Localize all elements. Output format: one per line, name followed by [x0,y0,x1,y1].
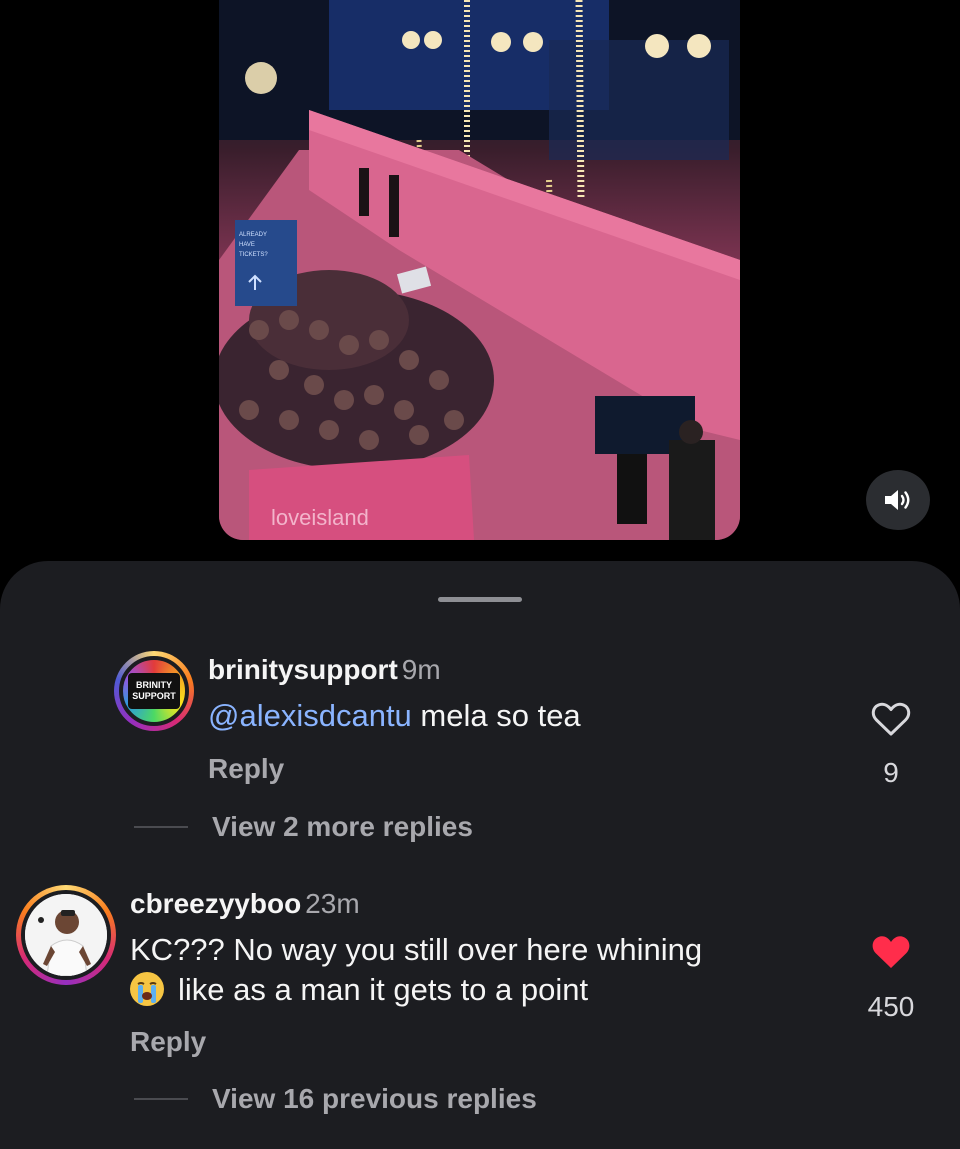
video-player[interactable]: ALREADY HAVE TICKETS? loveisland [219,0,740,540]
comment-text: mela so tea [411,698,581,733]
sign-line-3: TICKETS? [239,252,268,258]
crying-emoji-icon [130,972,164,1006]
comment-line-2: like as a man it gets to a point [130,970,588,1010]
comment-line-1: KC??? No way you still over here whining [130,932,703,967]
view-more-replies-button[interactable]: View 2 more replies [134,811,473,843]
video-frame: ALREADY HAVE TICKETS? loveisland [219,0,740,540]
reply-button[interactable]: Reply [208,753,284,785]
sign-line-1: ALREADY [239,232,267,238]
view-replies-label: View 16 previous replies [212,1083,537,1114]
avatar[interactable]: BRINITY SUPPORT [114,651,194,731]
comment-header: brinitysupport 9m [208,654,441,686]
avatar-logo-line-1: BRINITY [136,680,172,690]
mention-link[interactable]: @alexisdcantu [208,698,412,733]
avatar-photo [25,894,107,976]
replies-divider [134,826,188,828]
screen: ALREADY HAVE TICKETS? loveisland BRINITY… [0,0,960,1149]
reply-button[interactable]: Reply [130,1026,206,1058]
sheet-grabber-handle[interactable] [438,597,522,602]
volume-button[interactable] [866,470,930,530]
comment-text: like as a man it gets to a point [178,972,589,1007]
sign-line-2: HAVE [239,242,255,248]
comment-time: 23m [305,888,360,919]
comment-body: @alexisdcantu mela so tea [208,696,581,736]
heart-icon[interactable] [871,701,911,737]
avatar[interactable] [16,885,116,985]
replies-divider [134,1098,188,1100]
username-link[interactable]: cbreezyyboo [130,888,301,919]
heart-filled-icon[interactable] [871,934,911,970]
view-previous-replies-button[interactable]: View 16 previous replies [134,1083,537,1115]
like-count: 450 [867,991,915,1022]
view-replies-label: View 2 more replies [212,811,473,842]
avatar-logo-line-2: SUPPORT [132,691,176,701]
comment-header: cbreezyyboo 23m [130,888,360,920]
comments-sheet: BRINITY SUPPORT brinitysupport 9m @alexis… [0,561,960,1149]
banner-text: loveisland [271,505,369,530]
speaker-icon [885,490,910,510]
comment-time: 9m [401,654,441,685]
avatar-logo: BRINITY SUPPORT [128,673,180,709]
like-count: 9 [883,757,899,788]
username-link[interactable]: brinitysupport [208,654,398,685]
